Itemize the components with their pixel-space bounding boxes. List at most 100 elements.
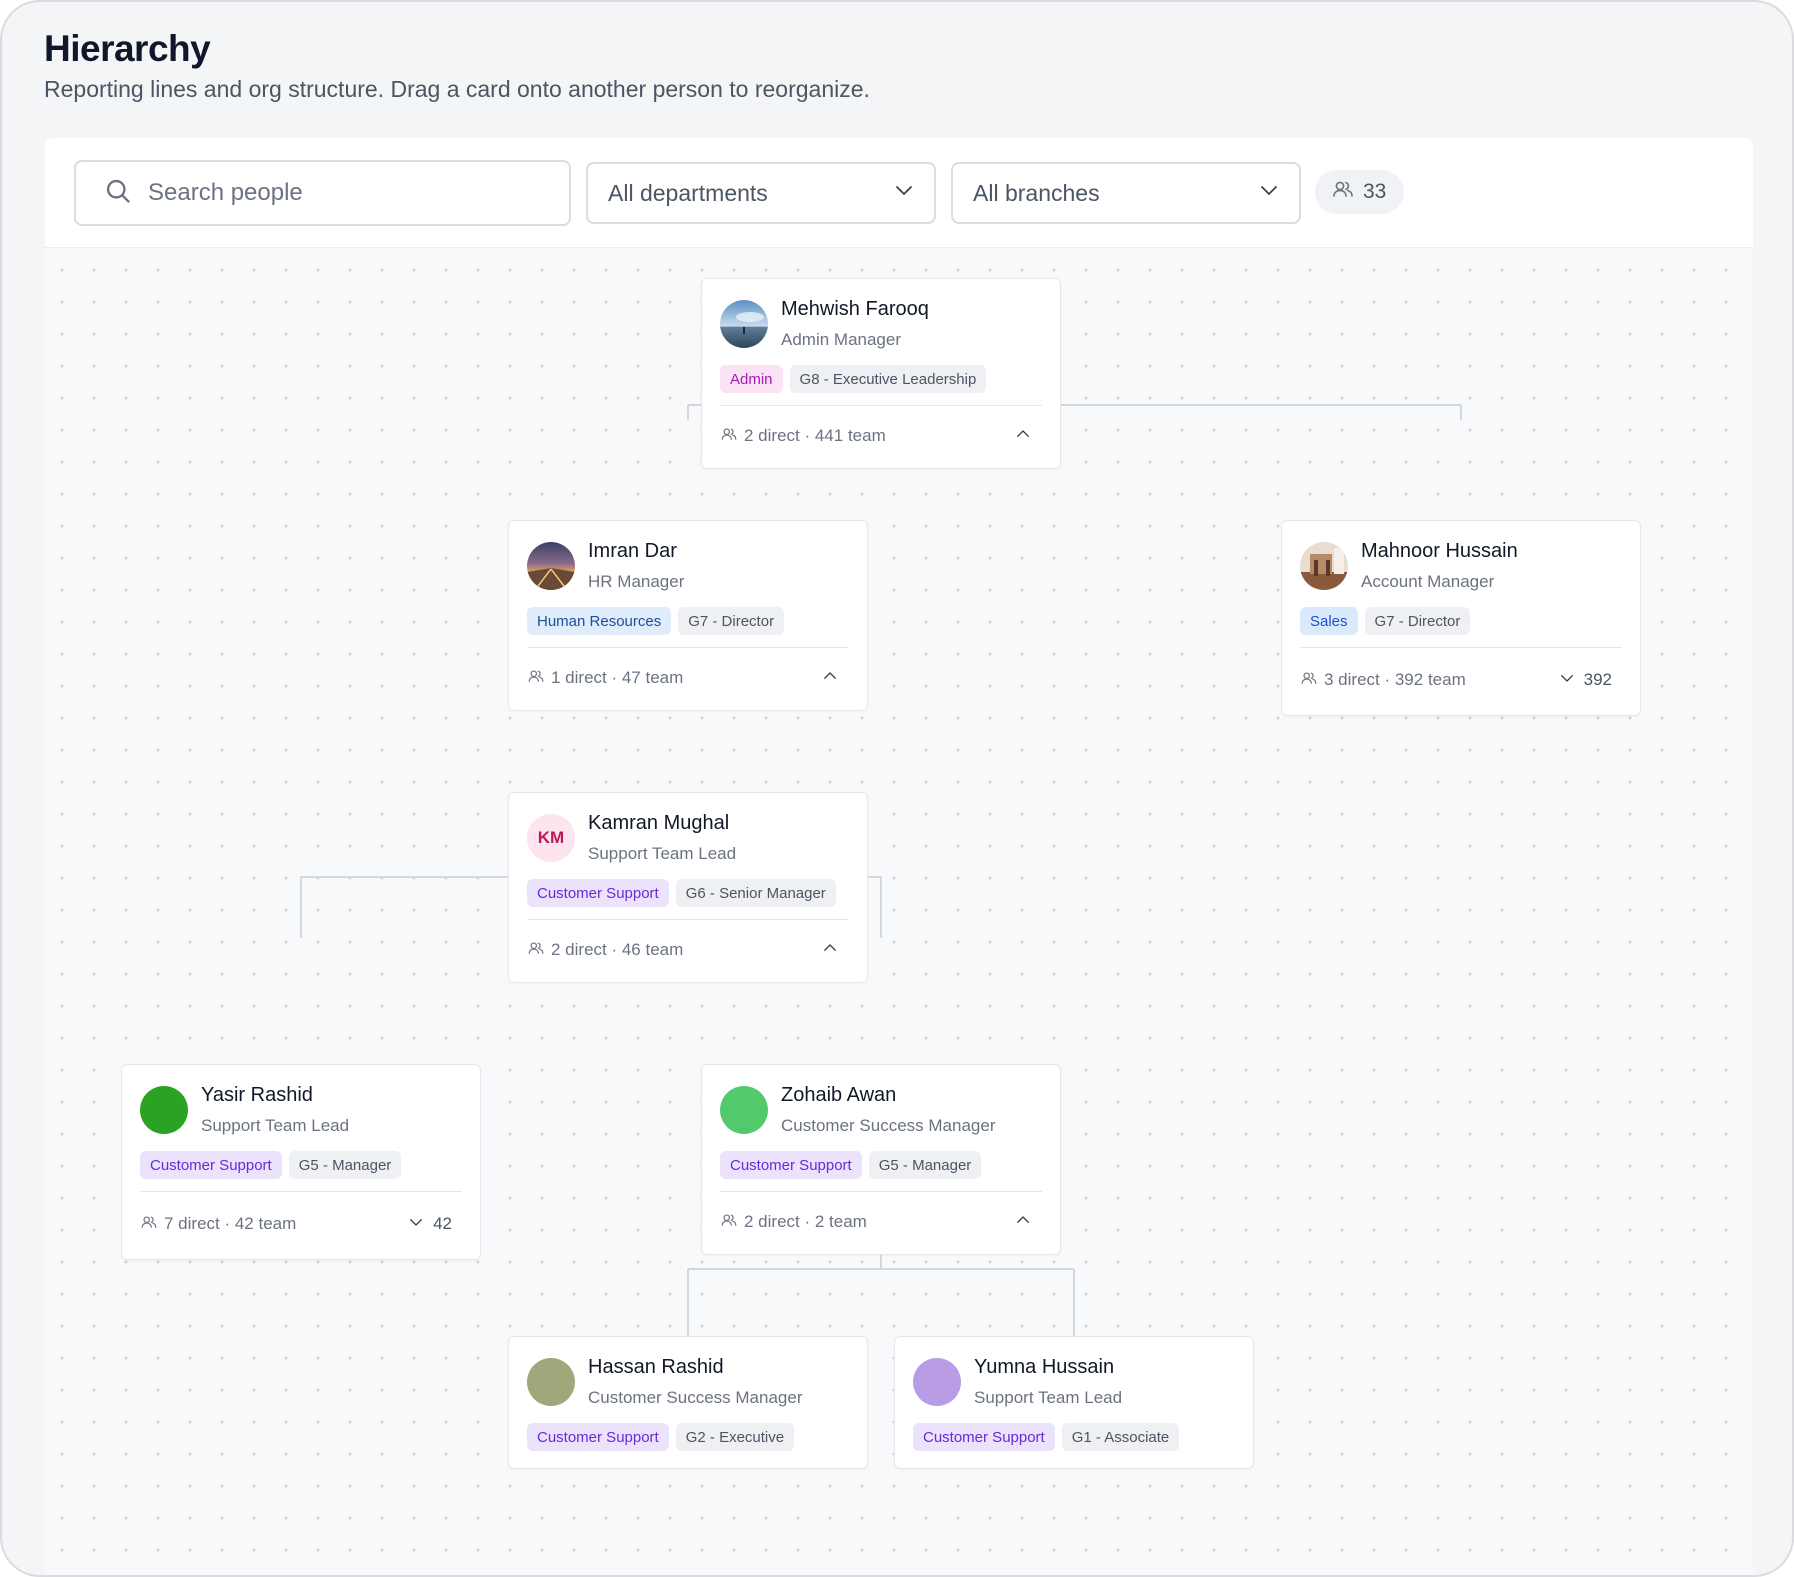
person-card-kamran-mughal[interactable]: KM Kamran Mughal Support Team Lead Custo… (508, 792, 868, 983)
hierarchy-panel: All departments All branches 33 (45, 138, 1753, 1575)
grade-tag: G1 - Associate (1061, 1423, 1180, 1451)
collapsed-count: 392 (1583, 670, 1612, 689)
person-card-mehwish-farooq[interactable]: Mehwish Farooq Admin Manager Admin G8 - … (701, 278, 1061, 469)
team-stats: 2 direct · 2 team (720, 1211, 867, 1234)
team-stats: 3 direct · 392 team (1300, 669, 1466, 692)
department-tag: Customer Support (720, 1151, 862, 1179)
team-stats-text: 2 direct · 46 team (551, 940, 684, 959)
card-divider (720, 405, 1042, 406)
avatar (1300, 542, 1348, 590)
search-input[interactable] (148, 179, 548, 207)
chevron-up-icon (1014, 425, 1032, 448)
people-count: 33 (1363, 180, 1387, 203)
person-card-yumna-hussain[interactable]: Yumna Hussain Support Team Lead Customer… (894, 1336, 1254, 1469)
line-zohaib-to-children (687, 1252, 1075, 1336)
team-stats: 2 direct · 441 team (720, 425, 886, 448)
person-name: Kamran Mughal (588, 812, 730, 834)
department-tag: Sales (1300, 607, 1358, 635)
chevron-down-icon (1558, 669, 1576, 692)
avatar (720, 300, 768, 348)
person-card-zohaib-awan[interactable]: Zohaib Awan Customer Success Manager Cus… (701, 1064, 1061, 1255)
department-select[interactable]: All departments (586, 162, 936, 224)
person-role: Customer Success Manager (781, 1116, 996, 1135)
department-tag: Customer Support (527, 1423, 669, 1451)
person-role: Support Team Lead (201, 1116, 350, 1135)
search-icon (104, 177, 132, 210)
avatar (913, 1358, 961, 1406)
people-count-badge: 33 (1315, 170, 1405, 214)
grade-tag: G5 - Manager (288, 1151, 402, 1179)
branch-select-value: All branches (973, 179, 1100, 206)
person-name: Mehwish Farooq (781, 298, 929, 320)
chevron-down-icon (1257, 178, 1281, 208)
team-stats: 1 direct · 47 team (527, 667, 683, 690)
collapse-toggle[interactable] (1014, 1211, 1042, 1234)
team-stats-text: 2 direct · 2 team (744, 1212, 867, 1231)
avatar (527, 1358, 575, 1406)
people-icon (720, 1211, 738, 1234)
people-icon (720, 425, 738, 448)
team-stats-text: 2 direct · 441 team (744, 426, 886, 445)
person-name: Zohaib Awan (781, 1084, 897, 1106)
card-divider (527, 647, 849, 648)
people-icon (140, 1213, 158, 1236)
app-window: Hierarchy Reporting lines and org struct… (0, 0, 1794, 1577)
team-stats-text: 3 direct · 392 team (1324, 670, 1466, 689)
team-stats-text: 7 direct · 42 team (164, 1214, 297, 1233)
person-role: Account Manager (1361, 572, 1495, 591)
person-card-imran-dar[interactable]: Imran Dar HR Manager Human Resources G7 … (508, 520, 868, 711)
person-name: Imran Dar (588, 540, 677, 562)
card-divider (140, 1191, 462, 1192)
collapse-toggle[interactable] (1014, 425, 1042, 448)
avatar (140, 1086, 188, 1134)
collapsed-count: 42 (433, 1214, 452, 1233)
person-name: Yasir Rashid (201, 1084, 313, 1106)
card-divider (1300, 647, 1622, 648)
person-card-hassan-rashid[interactable]: Hassan Rashid Customer Success Manager C… (508, 1336, 868, 1469)
department-tag: Customer Support (140, 1151, 282, 1179)
avatar (527, 542, 575, 590)
org-chart-canvas[interactable]: Mehwish Farooq Admin Manager Admin G8 - … (45, 248, 1753, 1575)
page-subtitle: Reporting lines and org structure. Drag … (44, 76, 870, 102)
team-stats: 7 direct · 42 team (140, 1213, 296, 1236)
grade-tag: G6 - Senior Manager (675, 879, 836, 907)
branch-select[interactable]: All branches (951, 162, 1301, 224)
page-title: Hierarchy (44, 28, 211, 69)
search-box[interactable] (74, 160, 571, 226)
expand-toggle[interactable]: 392 (1558, 669, 1622, 692)
collapse-toggle[interactable] (821, 939, 849, 962)
people-icon (527, 667, 545, 690)
chevron-down-icon (892, 178, 916, 208)
person-role: Customer Success Manager (588, 1388, 803, 1407)
chevron-up-icon (821, 667, 839, 690)
person-card-mahnoor-hussain[interactable]: Mahnoor Hussain Account Manager Sales G7… (1281, 520, 1641, 716)
person-name: Yumna Hussain (974, 1356, 1115, 1378)
grade-tag: G8 - Executive Leadership (789, 365, 987, 393)
avatar (720, 1086, 768, 1134)
person-role: Support Team Lead (588, 844, 737, 863)
department-tag: Human Resources (527, 607, 672, 635)
team-stats-text: 1 direct · 47 team (551, 668, 684, 687)
person-role: HR Manager (588, 572, 685, 591)
team-stats: 2 direct · 46 team (527, 939, 683, 962)
collapse-toggle[interactable] (821, 667, 849, 690)
expand-toggle[interactable]: 42 (407, 1213, 462, 1236)
card-divider (720, 1191, 1042, 1192)
person-card-yasir-rashid[interactable]: Yasir Rashid Support Team Lead Customer … (121, 1064, 481, 1260)
grade-tag: G7 - Director (1364, 607, 1471, 635)
person-role: Admin Manager (781, 330, 902, 349)
grade-tag: G5 - Manager (868, 1151, 982, 1179)
grade-tag: G2 - Executive (675, 1423, 795, 1451)
department-tag: Admin (720, 365, 783, 393)
person-role: Support Team Lead (974, 1388, 1123, 1407)
chevron-down-icon (407, 1213, 425, 1236)
department-select-value: All departments (608, 179, 768, 206)
chevron-up-icon (1014, 1211, 1032, 1234)
department-tag: Customer Support (913, 1423, 1055, 1451)
grade-tag: G7 - Director (678, 607, 785, 635)
card-divider (527, 919, 849, 920)
people-icon (1300, 669, 1318, 692)
chevron-up-icon (821, 939, 839, 962)
people-icon (527, 939, 545, 962)
avatar-initials: KM (527, 814, 575, 862)
